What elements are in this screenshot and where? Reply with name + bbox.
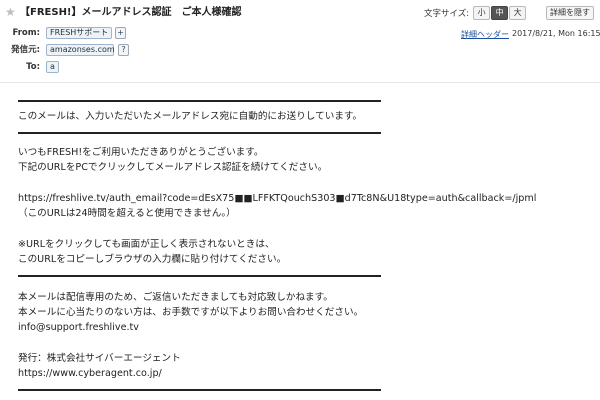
body-line: （このURLは24時間を超えると使用できません。）: [18, 208, 236, 219]
font-size-large-button[interactable]: 大: [509, 6, 527, 20]
body-line: ※URLをクリックしても画面が正しく表示されないときは、: [18, 239, 275, 250]
font-size-medium-button[interactable]: 中: [491, 6, 509, 20]
body-line: 発行：株式会社サイバーエージェント: [18, 353, 181, 364]
body-line: 本メールは配信専用のため、ご返信いただきましても対応致しかねます。: [18, 292, 333, 303]
font-size-small-button[interactable]: 小: [473, 6, 491, 20]
company-url-link[interactable]: https://www.cyberagent.co.jp/: [18, 367, 162, 381]
email-header: ★ 【FRESH!】メールアドレス認証 ご本人様確認 文字サイズ: 小 中 大 …: [0, 0, 600, 82]
body-line: このメールは、入力いただいたメールアドレス宛に自動的にお送りしています。: [18, 111, 363, 122]
header-divider: [0, 82, 600, 83]
add-contact-button[interactable]: +: [115, 27, 126, 39]
font-size-control: 文字サイズ: 小 中 大: [424, 6, 527, 20]
body-line: いつもFRESH!をご利用いただきありがとうございます。: [18, 147, 264, 158]
divider: [18, 100, 381, 102]
hide-details-button[interactable]: 詳細を隠す: [546, 6, 594, 20]
body-line: 本メールに心当たりのない方は、お手数ですが以下よりお問い合わせください。: [18, 307, 364, 318]
email-subject: 【FRESH!】メールアドレス認証 ご本人様確認: [20, 7, 242, 18]
detail-header-link[interactable]: 詳細ヘッダー: [461, 29, 509, 40]
divider: [18, 389, 381, 391]
body-line: このURLをコピーしブラウザの入力欄に貼り付けてください。: [18, 254, 287, 265]
from-label: From:: [12, 28, 40, 38]
help-icon[interactable]: ?: [118, 44, 129, 56]
email-date: 2017/8/21, Mon 16:15: [512, 29, 600, 38]
font-size-label: 文字サイズ:: [424, 9, 470, 19]
divider: [18, 275, 381, 277]
sender-label: 発信元:: [11, 45, 40, 55]
star-icon[interactable]: ★: [5, 5, 16, 19]
to-chip[interactable]: a: [46, 61, 59, 73]
to-label: To:: [26, 62, 40, 72]
sender-chip[interactable]: amazonses.com: [46, 44, 115, 56]
auth-url-link[interactable]: https://freshlive.tv/auth_email?code=dEs…: [18, 192, 536, 206]
divider: [18, 132, 381, 134]
support-email-link[interactable]: info@support.freshlive.tv: [18, 321, 139, 335]
body-line: 下記のURLをPCでクリックしてメールアドレス認証を続けてください。: [18, 162, 328, 173]
from-chip[interactable]: FRESHサポート: [46, 27, 112, 39]
